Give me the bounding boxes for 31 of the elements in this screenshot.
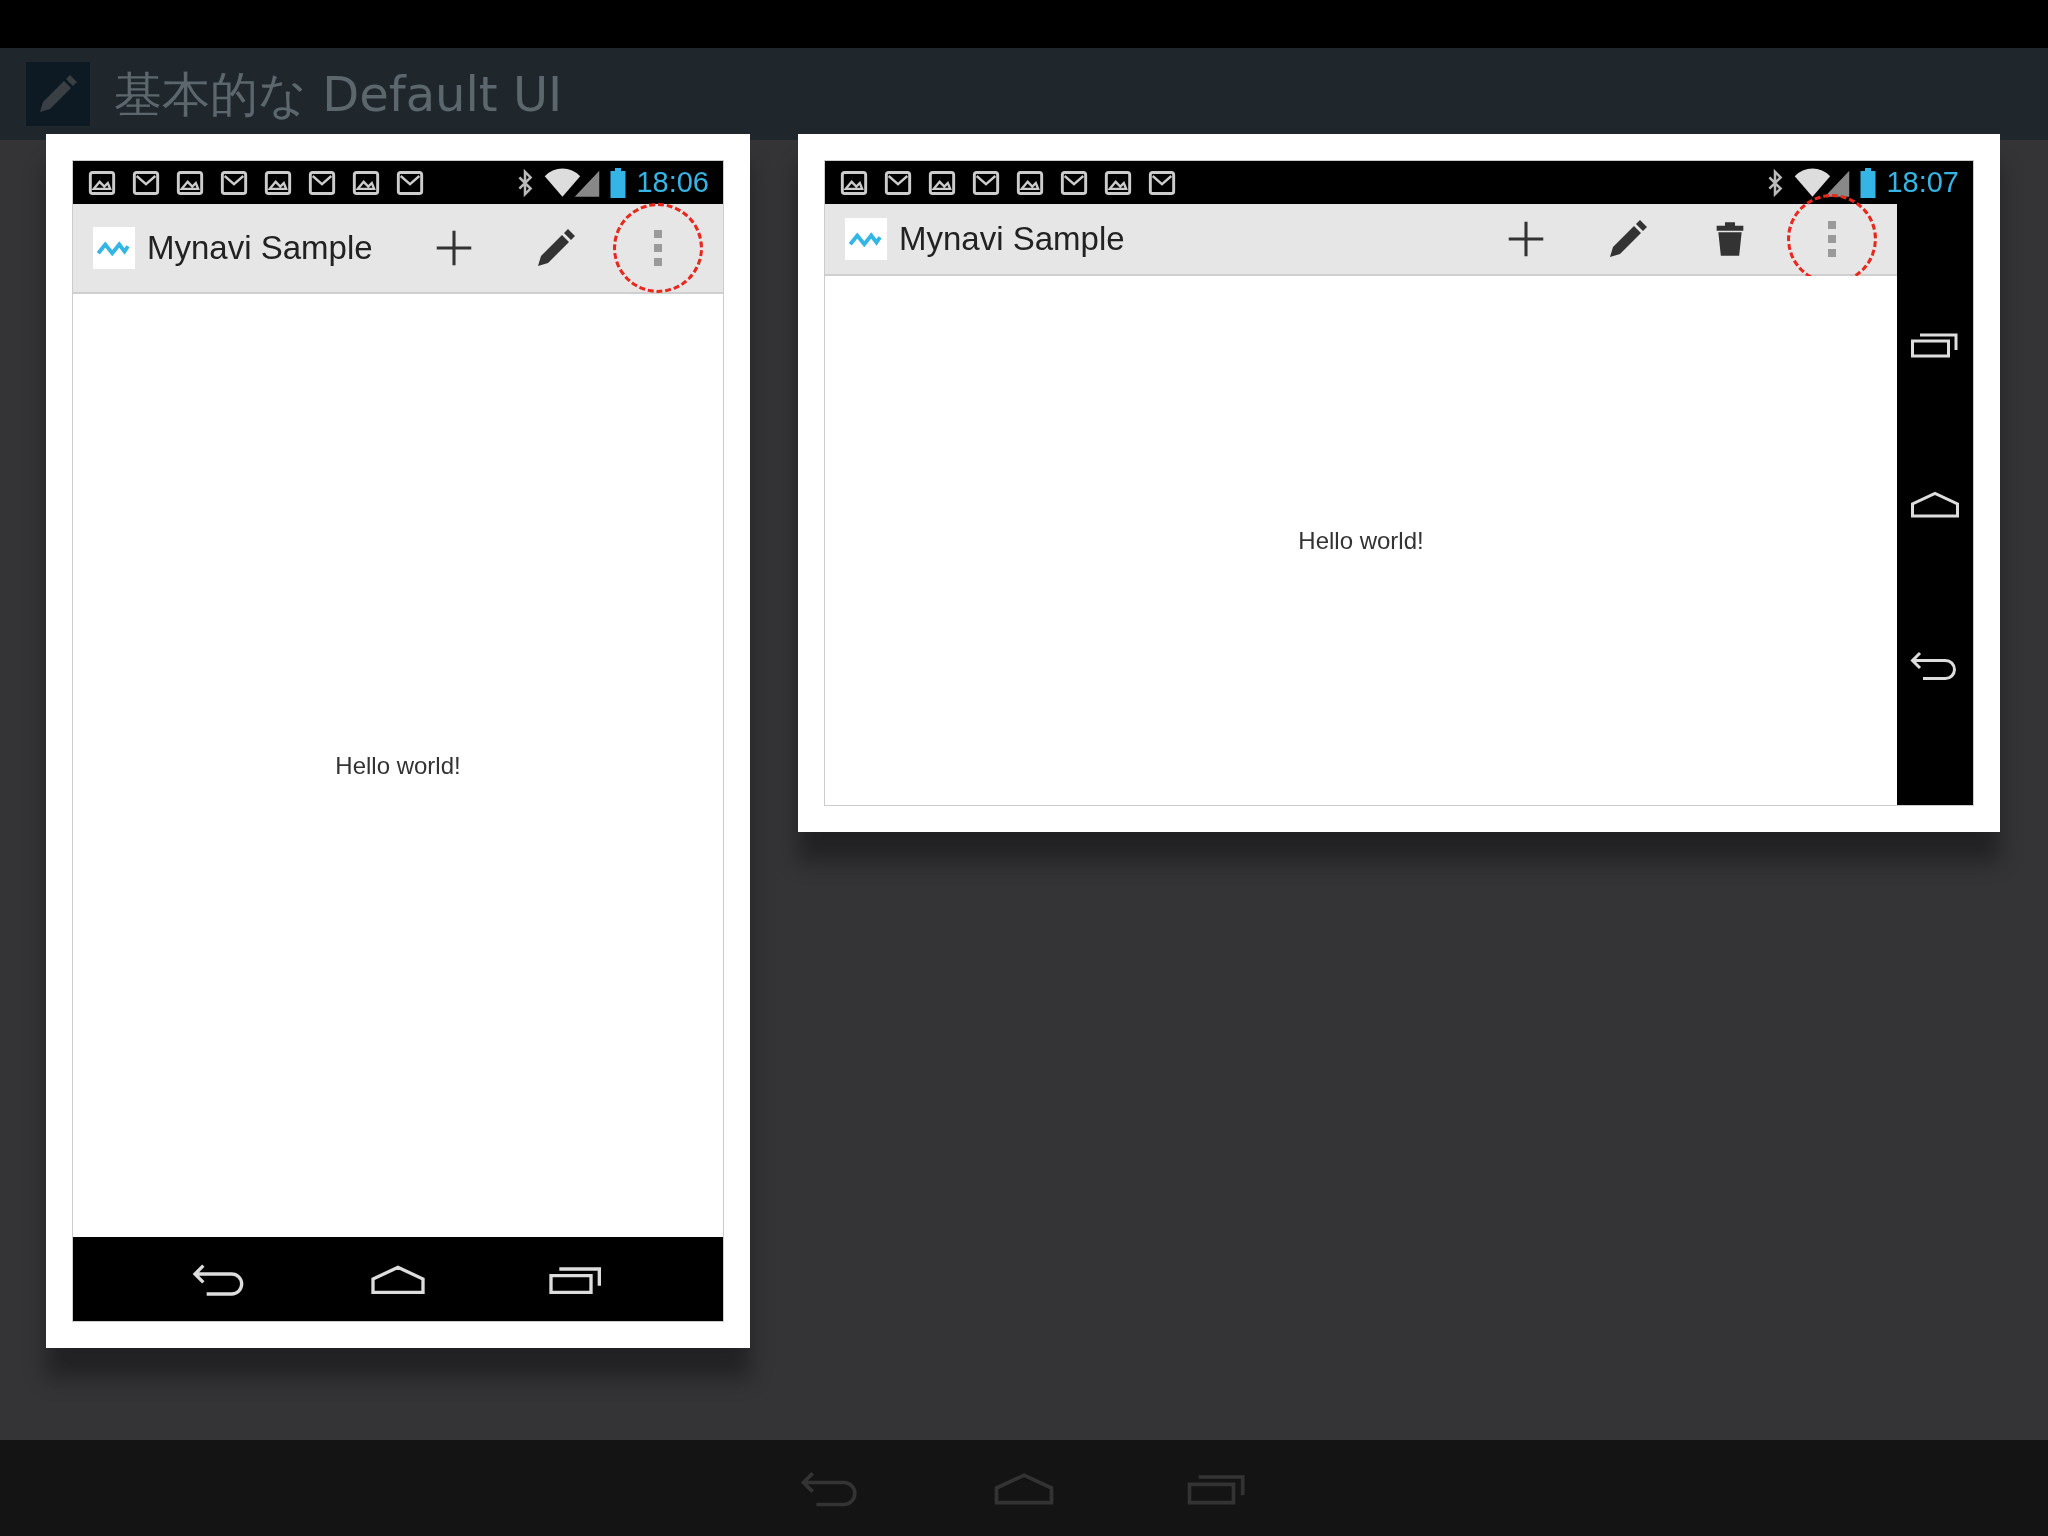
app-logo-icon xyxy=(93,227,135,269)
app-title: Mynavi Sample xyxy=(147,228,373,269)
bluetooth-icon xyxy=(516,168,535,197)
notification-icon xyxy=(87,168,117,197)
notification-icon xyxy=(1147,168,1177,197)
notification-icon xyxy=(1059,168,1089,197)
notification-icon xyxy=(927,168,957,197)
battery-icon xyxy=(610,167,627,198)
notification-icon xyxy=(883,168,913,197)
hello-text: Hello world! xyxy=(1298,525,1424,556)
clock-time: 18:07 xyxy=(1886,164,1959,200)
wifi-signal-icon xyxy=(1794,167,1851,198)
notification-icon xyxy=(219,168,249,197)
hello-text: Hello world! xyxy=(335,750,461,781)
battery-icon xyxy=(1860,167,1877,198)
app-title: Mynavi Sample xyxy=(899,219,1125,260)
wifi-signal-icon xyxy=(544,167,601,198)
notification-icon xyxy=(971,168,1001,197)
notification-icon xyxy=(175,168,205,197)
notification-icon xyxy=(351,168,381,197)
notification-icon xyxy=(131,168,161,197)
notification-icon xyxy=(263,168,293,197)
notification-icon xyxy=(307,168,337,197)
slide-title: 基本的な Default UI xyxy=(114,65,563,124)
app-logo-icon xyxy=(845,218,887,260)
notification-icon xyxy=(1103,168,1133,197)
notification-icon xyxy=(839,168,869,197)
clock-time: 18:06 xyxy=(636,164,709,200)
bluetooth-icon xyxy=(1766,168,1785,197)
notification-icon xyxy=(395,168,425,197)
notification-icon xyxy=(1015,168,1045,197)
